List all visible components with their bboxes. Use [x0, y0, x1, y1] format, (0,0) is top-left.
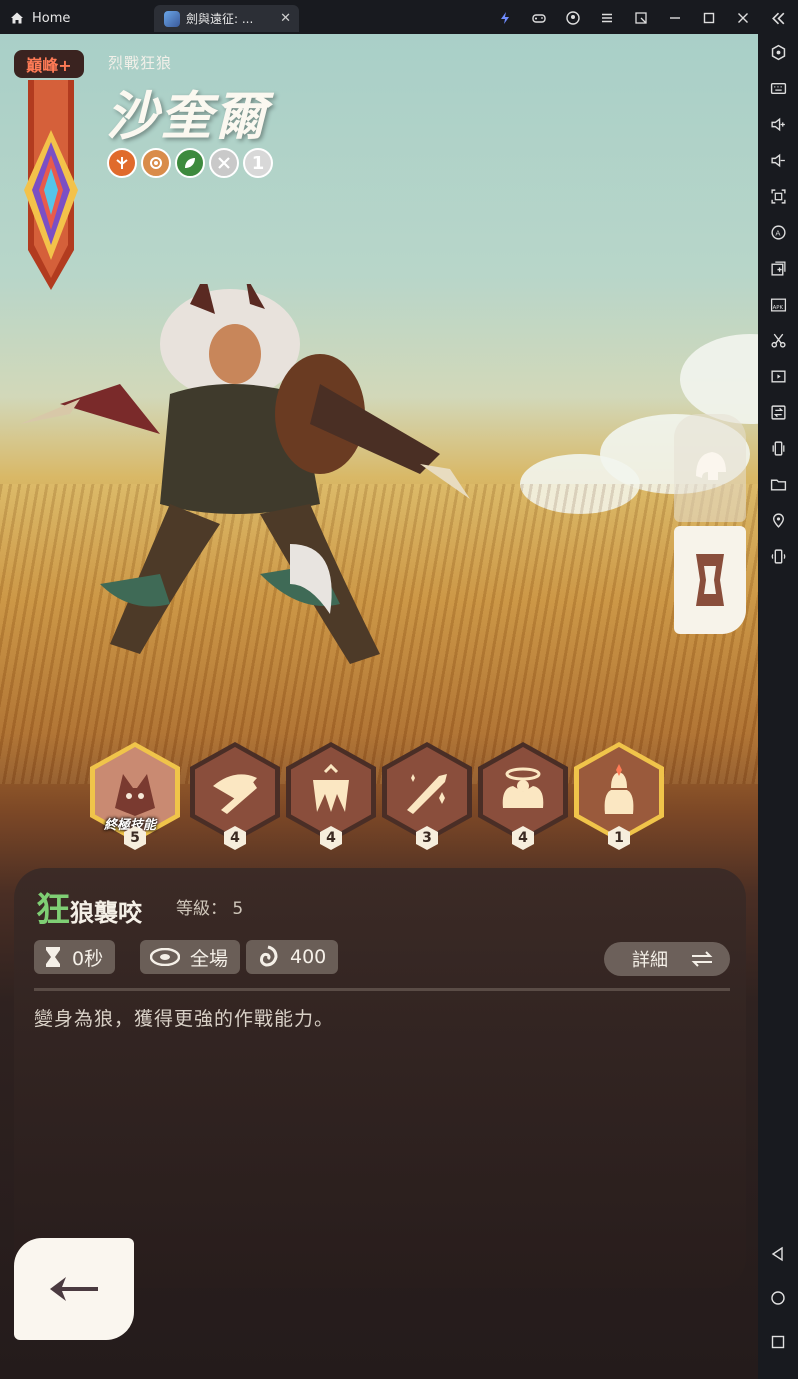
- skill-description: 變身為狼，獲得更強的作戰能力。: [34, 1008, 335, 1030]
- rank-badge: 巔峰+: [14, 50, 84, 78]
- skill-5[interactable]: 4: [478, 742, 568, 852]
- scroll-icon: [696, 554, 724, 606]
- location-icon[interactable]: [766, 508, 790, 532]
- skill-4[interactable]: 3: [382, 742, 472, 852]
- game-app-icon: [164, 10, 180, 27]
- hero-title: 烈戰狂狼: [108, 54, 173, 72]
- hero-name: 沙奎爾: [106, 86, 269, 147]
- energy-value: 400: [290, 946, 327, 968]
- ascension-banner: [24, 80, 78, 290]
- flexing-warrior-icon: [502, 767, 544, 808]
- energy-swirl-icon: [260, 945, 278, 967]
- back-button[interactable]: [14, 1238, 134, 1340]
- energy-stat: 400: [246, 940, 339, 974]
- hero-character-art: [20, 284, 470, 664]
- range-stat: 全場: [140, 940, 241, 974]
- auto-rotate-icon[interactable]: A: [766, 220, 790, 244]
- hero-view-tab[interactable]: [674, 414, 746, 522]
- volume-up-icon[interactable]: [766, 112, 790, 136]
- gamepad-icon[interactable]: [522, 6, 556, 30]
- emulator-titlebar: Home 劍與遠征: ... ✕: [0, 0, 798, 34]
- minimize-icon[interactable]: [658, 6, 692, 30]
- shake-icon[interactable]: [766, 436, 790, 460]
- range-value: 全場: [190, 947, 229, 970]
- game-tab[interactable]: 劍與遠征: ... ✕: [154, 5, 299, 32]
- skill-level-text: 等級： 5: [176, 899, 244, 919]
- tier-one-icon[interactable]: 1: [243, 148, 273, 178]
- emulator-sidebar: A APK: [758, 0, 798, 1379]
- skill-ultimate[interactable]: 終極技能 5: [90, 742, 180, 852]
- home-tab[interactable]: Home: [10, 6, 70, 30]
- back-arrow-icon: [50, 1277, 98, 1301]
- sync-icon[interactable]: [766, 400, 790, 424]
- details-button[interactable]: 詳細: [604, 942, 730, 976]
- lightbearer-icon[interactable]: [107, 148, 137, 178]
- skill-info-panel: 狂狼襲咬 等級： 5 0秒 全場 400 詳細 變身為狼，獲得更強的作戰能力。: [14, 868, 746, 1288]
- skill-3[interactable]: 4: [286, 742, 376, 852]
- svg-text:A: A: [775, 228, 781, 237]
- cooldown-stat: 0秒: [34, 940, 116, 974]
- performance-bolt-icon[interactable]: [488, 6, 522, 30]
- side-tabs: [674, 414, 746, 634]
- skill-name-rest: 狼襲咬: [70, 899, 142, 927]
- sword-icon: [407, 774, 447, 814]
- hourglass-icon: [46, 947, 60, 967]
- swords-icon[interactable]: [209, 148, 239, 178]
- skill-signature[interactable]: 1: [574, 742, 664, 852]
- knight-icon: [604, 764, 634, 814]
- keyboard-icon[interactable]: [766, 76, 790, 100]
- claw-strike-icon: [213, 774, 257, 814]
- leaf-icon[interactable]: [175, 148, 205, 178]
- skill-name: 狂狼襲咬: [36, 882, 142, 931]
- details-label: 詳細: [632, 950, 668, 971]
- eye-range-icon: [150, 948, 180, 966]
- close-window-icon[interactable]: [726, 6, 760, 30]
- settings-hex-icon[interactable]: [766, 40, 790, 64]
- skills-tab[interactable]: [674, 526, 746, 634]
- close-tab-icon[interactable]: ✕: [280, 11, 291, 26]
- wilder-icon[interactable]: [141, 148, 171, 178]
- volume-down-icon[interactable]: [766, 148, 790, 172]
- maximize-icon[interactable]: [692, 6, 726, 30]
- record-video-icon[interactable]: [766, 364, 790, 388]
- cooldown-value: 0秒: [72, 947, 104, 970]
- resize-icon[interactable]: [624, 6, 658, 30]
- multi-instance-icon[interactable]: [766, 256, 790, 280]
- android-home-icon[interactable]: [766, 1286, 790, 1310]
- wolf-head-icon: [115, 774, 155, 816]
- scissors-icon[interactable]: [766, 328, 790, 352]
- hero-attributes: 1: [107, 148, 273, 178]
- folder-icon[interactable]: [766, 472, 790, 496]
- apk-install-icon[interactable]: APK: [766, 292, 790, 316]
- collapse-sidebar-icon[interactable]: [766, 6, 790, 30]
- android-back-icon[interactable]: [766, 1242, 790, 1266]
- game-tab-label: 劍與遠征: ...: [186, 12, 254, 26]
- game-viewport: 巔峰+ 烈戰狂狼 沙奎爾 1 終極技能 5 4 4 3 4 1 狂狼襲咬 等級：…: [0, 34, 758, 1379]
- cloud: [680, 334, 758, 424]
- svg-text:APK: APK: [772, 304, 783, 310]
- account-icon[interactable]: [556, 6, 590, 30]
- fangs-icon: [313, 764, 349, 812]
- skill-2[interactable]: 4: [190, 742, 280, 852]
- skill-list: 終極技能 5 4 4 3 4 1: [86, 742, 686, 872]
- rotate-screen-icon[interactable]: [766, 544, 790, 568]
- skill-name-first-char: 狂: [36, 890, 70, 930]
- android-recents-icon[interactable]: [766, 1330, 790, 1354]
- menu-icon[interactable]: [590, 6, 624, 30]
- screenshot-icon[interactable]: [766, 184, 790, 208]
- home-tab-label: Home: [32, 10, 71, 26]
- divider: [34, 988, 730, 991]
- helmet-icon: [696, 452, 726, 480]
- home-icon: [11, 12, 23, 24]
- swap-arrows-icon: [691, 951, 713, 967]
